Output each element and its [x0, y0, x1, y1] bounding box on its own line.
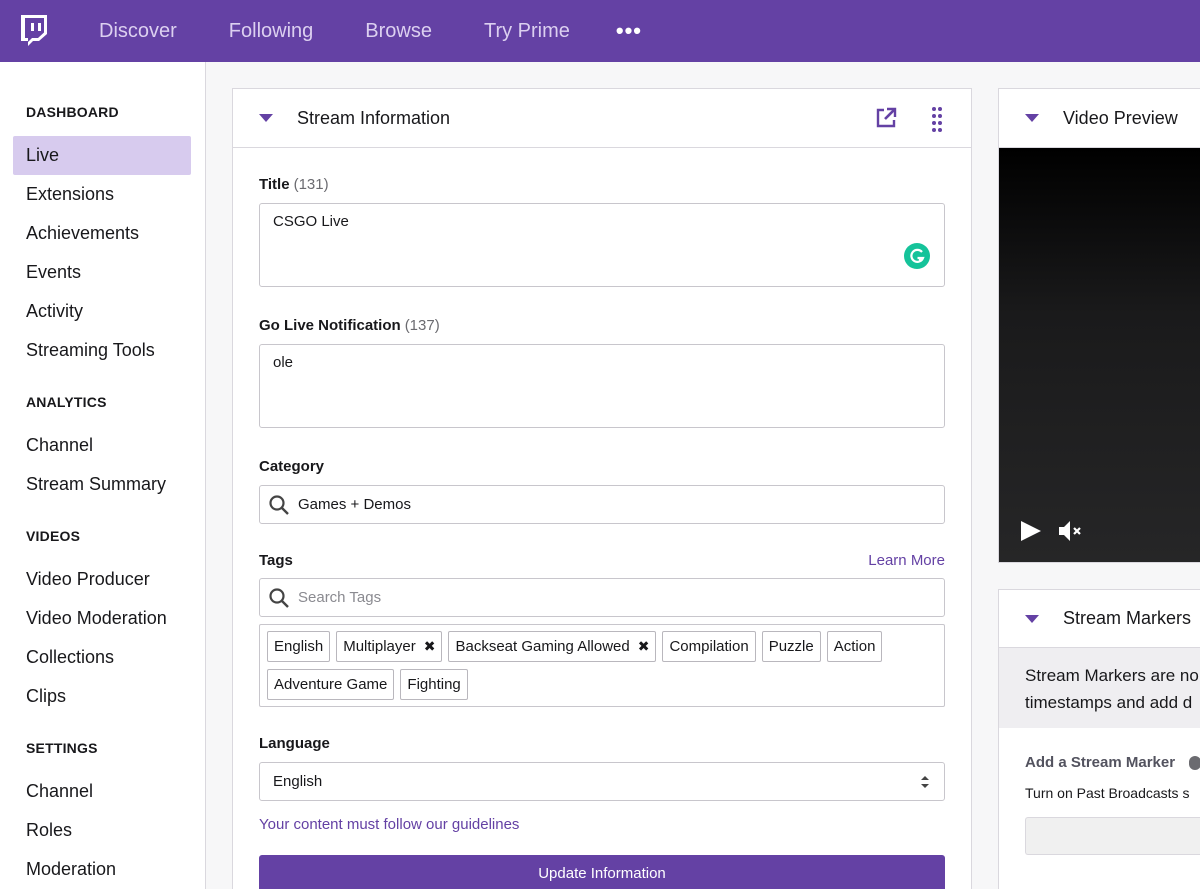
update-information-button[interactable]: Update Information [259, 855, 945, 889]
sidebar-item-moderation[interactable]: Moderation [13, 850, 191, 889]
tag-label: Multiplayer [343, 638, 416, 655]
sidebar-item-video-producer[interactable]: Video Producer [13, 560, 191, 599]
language-select[interactable]: English [259, 762, 945, 801]
title-label: Title (131) [259, 176, 945, 193]
tag-compilation[interactable]: Compilation [662, 631, 756, 662]
tag-label: Fighting [407, 676, 461, 693]
notification-label: Go Live Notification (137) [259, 317, 945, 334]
sidebar-item-live[interactable]: Live [13, 136, 191, 175]
sidebar-item-collections[interactable]: Collections [13, 638, 191, 677]
tag-label: Puzzle [768, 638, 814, 655]
caret-down-icon[interactable] [1025, 614, 1039, 623]
sidebar-item-events[interactable]: Events [13, 253, 191, 292]
caret-down-icon[interactable] [1025, 114, 1039, 122]
notification-label-text: Go Live Notification [259, 317, 401, 334]
sidebar-item-analytics-channel[interactable]: Channel [13, 426, 191, 465]
stream-markers-info: Stream Markers are no timestamps and add… [999, 648, 1200, 728]
remove-tag-icon[interactable]: ✖ [424, 638, 436, 655]
tags-search-input[interactable]: Search Tags [259, 578, 945, 617]
stream-markers-title: Stream Markers [1063, 608, 1192, 628]
video-player[interactable] [999, 148, 1200, 562]
language-value: English [273, 773, 323, 790]
sidebar-item-activity[interactable]: Activity [13, 292, 191, 331]
stream-markers-header: Stream Markers [999, 590, 1200, 648]
mute-icon[interactable] [1057, 519, 1083, 548]
guidelines-link[interactable]: Your content must follow our guidelines [259, 816, 945, 833]
sidebar-section-analytics: ANALYTICS [26, 394, 107, 410]
remove-tag-icon[interactable]: ✖ [638, 638, 650, 655]
sidebar-item-clips[interactable]: Clips [13, 677, 191, 716]
stream-markers-panel: Stream Markers Stream Markers are no tim… [998, 589, 1200, 889]
video-preview-panel: Video Preview [998, 88, 1200, 563]
notification-char-count: (137) [404, 317, 440, 334]
video-preview-title: Video Preview [1063, 107, 1178, 128]
more-menu-icon[interactable]: ••• [616, 18, 642, 44]
sidebar-item-achievements[interactable]: Achievements [13, 214, 191, 253]
nav-browse[interactable]: Browse [365, 20, 432, 43]
past-broadcasts-text: Turn on Past Broadcasts s [1025, 785, 1190, 801]
sidebar-item-video-moderation[interactable]: Video Moderation [13, 599, 191, 638]
tag-multiplayer[interactable]: Multiplayer ✖ [336, 631, 443, 662]
sidebar-section-settings: SETTINGS [26, 740, 98, 756]
tags-header: Tags Learn More [259, 552, 945, 569]
add-marker-row: Add a Stream Marker [1025, 754, 1200, 771]
language-label: Language [259, 735, 330, 752]
notification-textarea[interactable]: ole [259, 344, 945, 428]
tag-backseat-gaming-allowed[interactable]: Backseat Gaming Allowed ✖ [448, 631, 657, 662]
tags-placeholder: Search Tags [298, 589, 382, 606]
sidebar-item-streaming-tools[interactable]: Streaming Tools [13, 331, 191, 370]
nav-following[interactable]: Following [229, 20, 313, 43]
info-line-2: timestamps and add d [1025, 693, 1193, 712]
video-preview-header: Video Preview [999, 89, 1200, 148]
nav-discover[interactable]: Discover [99, 20, 177, 43]
tags-label: Tags [259, 552, 293, 569]
category-input[interactable]: Games + Demos [259, 485, 945, 524]
category-label: Category [259, 458, 325, 475]
marker-description-input[interactable] [1025, 817, 1200, 855]
tag-fighting[interactable]: Fighting [400, 669, 468, 700]
title-textarea[interactable]: CSGO Live [259, 203, 945, 287]
title-label-text: Title [259, 176, 290, 193]
select-arrows-icon [920, 775, 930, 793]
panel-header: Stream Information [233, 89, 971, 148]
sidebar-item-roles[interactable]: Roles [13, 811, 191, 850]
info-icon[interactable] [1189, 755, 1200, 770]
search-icon [268, 494, 290, 516]
category-value: Games + Demos [298, 496, 411, 513]
caret-down-icon[interactable] [259, 114, 273, 122]
top-nav-bar: Discover Following Browse Try Prime ••• [0, 0, 1200, 62]
tag-action[interactable]: Action [826, 631, 883, 662]
sidebar-section-dashboard: DASHBOARD [26, 104, 119, 120]
tag-english[interactable]: English [267, 631, 331, 662]
nav-try-prime[interactable]: Try Prime [484, 20, 570, 43]
sidebar-item-stream-summary[interactable]: Stream Summary [13, 465, 191, 504]
info-line-1: Stream Markers are no [1025, 666, 1199, 685]
tag-label: Action [833, 638, 876, 655]
sidebar-item-extensions[interactable]: Extensions [13, 175, 191, 214]
popout-icon[interactable] [875, 107, 897, 134]
tag-adventure-game[interactable]: Adventure Game [267, 669, 395, 700]
twitch-logo-icon[interactable] [17, 14, 51, 48]
learn-more-link[interactable]: Learn More [868, 552, 945, 569]
grammarly-icon[interactable] [904, 243, 930, 273]
play-icon[interactable] [1019, 520, 1043, 547]
tag-label: Adventure Game [274, 676, 388, 693]
drag-handle-icon[interactable] [931, 106, 943, 137]
panel-title: Stream Information [297, 107, 451, 128]
search-icon [268, 587, 290, 609]
tag-label: Backseat Gaming Allowed [455, 638, 630, 655]
notification-value: ole [273, 354, 294, 371]
title-char-count: (131) [293, 176, 329, 193]
selected-tags: English Multiplayer ✖ Backseat Gaming All… [259, 624, 945, 707]
tag-label: English [274, 638, 324, 655]
tag-puzzle[interactable]: Puzzle [761, 631, 821, 662]
tag-label: Compilation [669, 638, 749, 655]
sidebar: DASHBOARD Live Extensions Achievements E… [0, 62, 206, 889]
sidebar-section-videos: VIDEOS [26, 528, 81, 544]
add-marker-label: Add a Stream Marker [1025, 754, 1176, 771]
stream-information-panel: Stream Information Title(131) CSGO Live [232, 88, 972, 889]
sidebar-item-settings-channel[interactable]: Channel [13, 772, 191, 811]
title-value: CSGO Live [273, 213, 349, 230]
